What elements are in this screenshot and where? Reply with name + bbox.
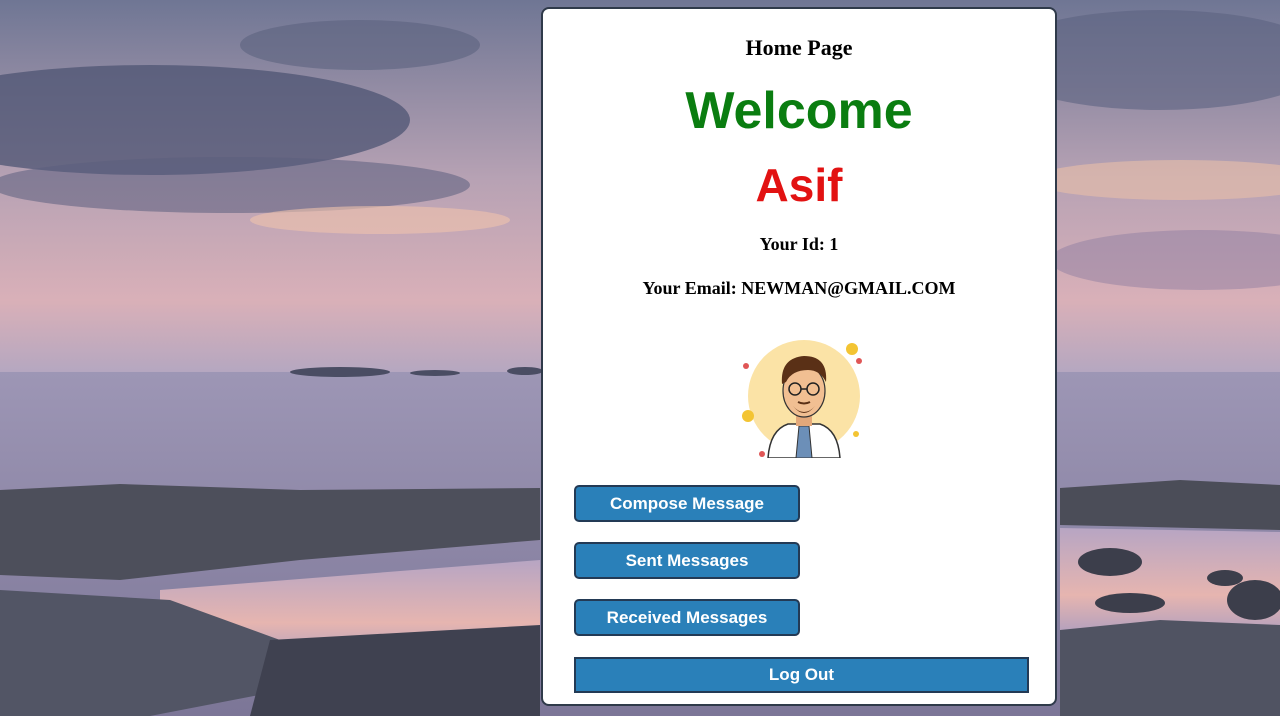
logout-button[interactable]: Log Out — [574, 657, 1029, 693]
user-id-text: Your Id: 1 — [759, 234, 839, 254]
compose-message-button[interactable]: Compose Message — [574, 485, 800, 522]
welcome-heading: Welcome — [685, 82, 913, 140]
sent-messages-button[interactable]: Sent Messages — [574, 542, 800, 579]
user-avatar-icon — [742, 340, 862, 458]
home-card: Home Page Welcome Asif Your Id: 1 Your E… — [541, 7, 1057, 706]
page-title: Home Page — [745, 35, 853, 60]
user-email-text: Your Email: NEWMAN@GMAIL.COM — [642, 278, 956, 298]
username-heading: Asif — [755, 159, 843, 211]
received-messages-button[interactable]: Received Messages — [574, 599, 800, 636]
